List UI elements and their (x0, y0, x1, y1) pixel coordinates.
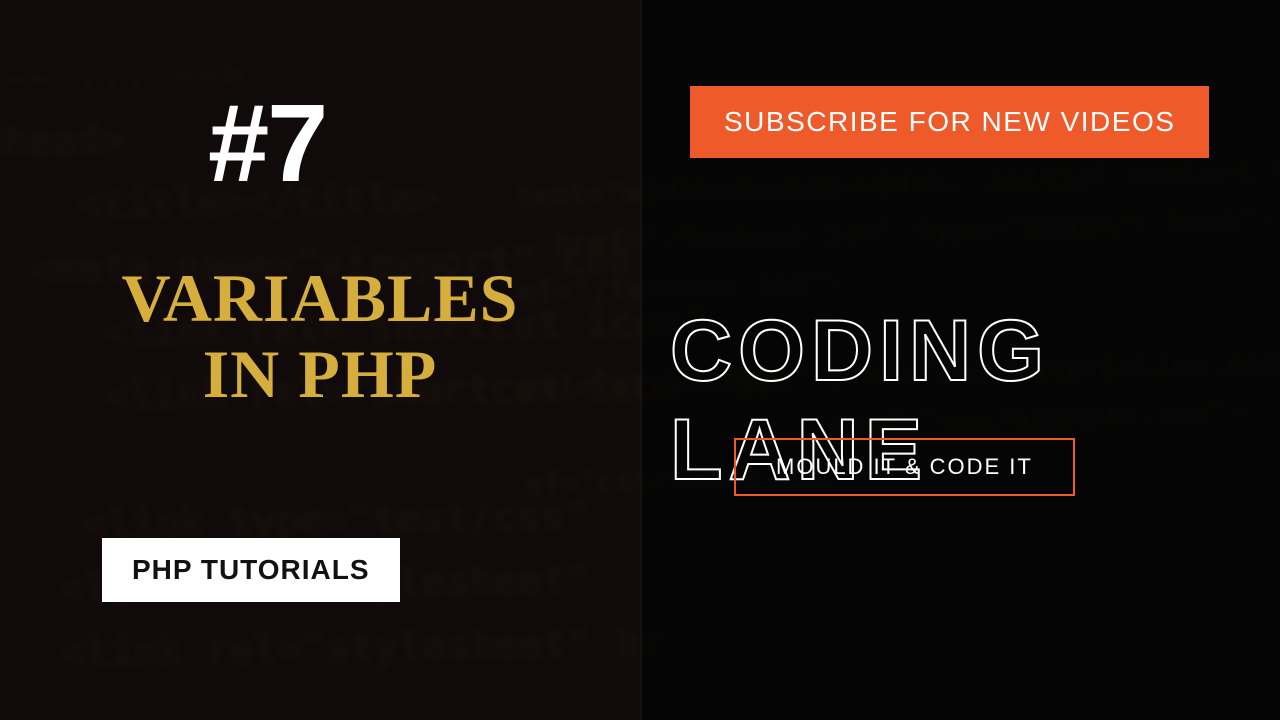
video-title: VARIABLES IN PHP (0, 260, 640, 412)
title-line-2: IN PHP (203, 336, 438, 412)
series-badge: PHP TUTORIALS (102, 538, 400, 602)
panel-divider (640, 0, 642, 720)
subscribe-button[interactable]: SUBSCRIBE FOR NEW VIDEOS (690, 86, 1209, 158)
right-panel: SUBSCRIBE FOR NEW VIDEOS CODING LANE MOU… (640, 0, 1280, 720)
left-panel: #7 VARIABLES IN PHP PHP TUTORIALS (0, 0, 640, 720)
episode-number: #7 (208, 80, 326, 207)
channel-tagline: MOULD IT & CODE IT (734, 438, 1075, 496)
title-line-1: VARIABLES (121, 260, 518, 336)
